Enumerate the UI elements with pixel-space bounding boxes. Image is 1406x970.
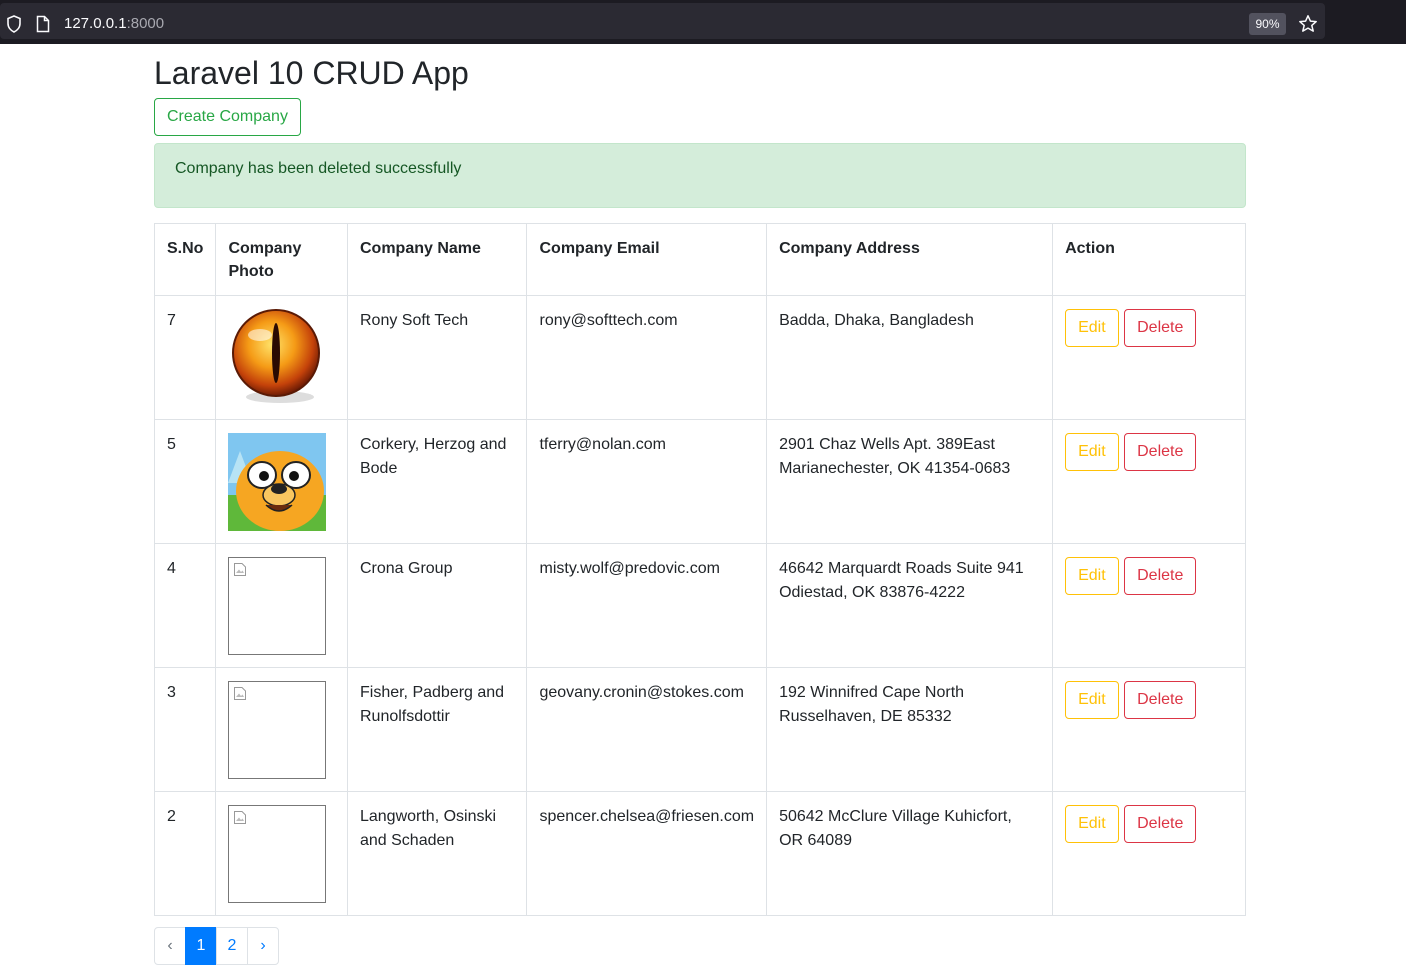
delete-button[interactable]: Delete xyxy=(1124,309,1197,347)
header-photo-line2: Photo xyxy=(228,263,274,280)
row-sno: 2 xyxy=(153,791,217,916)
row-email: spencer.chelsea@friesen.com xyxy=(526,791,768,916)
row-actions: Edit Delete xyxy=(1052,295,1246,420)
delete-button[interactable]: Delete xyxy=(1124,557,1197,595)
row-sno: 3 xyxy=(153,667,217,792)
table-row: 7 Rony Soft Tech rony@softtech.com Badda… xyxy=(153,295,1246,420)
edit-button[interactable]: Edit xyxy=(1065,433,1119,471)
row-photo-cell xyxy=(215,295,348,420)
url-host: 127.0.0.1 xyxy=(64,15,127,32)
company-photo-broken xyxy=(228,557,327,655)
company-photo-jake-dog xyxy=(228,433,327,531)
table-row: 5 Corkery, Herzog and Bode tferry@nolan.… xyxy=(153,419,1246,544)
broken-image-icon xyxy=(234,687,247,700)
shield-icon[interactable] xyxy=(6,15,22,33)
header-sno: S.No xyxy=(153,223,217,296)
page-icon xyxy=(36,15,50,33)
header-name: Company Name xyxy=(346,223,528,296)
row-name: Crona Group xyxy=(346,543,528,668)
broken-image-icon xyxy=(234,563,247,576)
row-photo-cell xyxy=(215,543,348,668)
delete-button[interactable]: Delete xyxy=(1124,433,1197,471)
row-name: Corkery, Herzog and Bode xyxy=(346,419,528,544)
pagination-prev[interactable]: ‹ xyxy=(154,927,186,965)
delete-button[interactable]: Delete xyxy=(1124,681,1197,719)
row-email: misty.wolf@predovic.com xyxy=(526,543,768,668)
edit-button[interactable]: Edit xyxy=(1065,309,1119,347)
row-actions: Edit Delete xyxy=(1052,419,1246,544)
bookmark-star-icon[interactable] xyxy=(1298,14,1318,34)
alert-message: Company has been deleted successfully xyxy=(175,160,462,177)
table-header-row: S.No Company Photo Company Name Company E… xyxy=(153,223,1246,296)
row-sno: 7 xyxy=(153,295,217,420)
row-name: Fisher, Padberg and Runolfsdottir xyxy=(346,667,528,792)
header-photo: Company Photo xyxy=(215,223,348,296)
row-name: Rony Soft Tech xyxy=(346,295,528,420)
success-alert: Company has been deleted successfully xyxy=(154,143,1246,208)
company-photo-cat-eye xyxy=(232,309,321,403)
broken-image-icon xyxy=(234,811,247,824)
edit-button[interactable]: Edit xyxy=(1065,681,1119,719)
row-actions: Edit Delete xyxy=(1052,667,1246,792)
header-action: Action xyxy=(1052,223,1246,296)
page-title: Laravel 10 CRUD App xyxy=(154,55,469,91)
company-photo-broken xyxy=(228,805,327,903)
row-email: geovany.cronin@stokes.com xyxy=(526,667,768,792)
row-photo-cell xyxy=(215,419,348,544)
create-company-button[interactable]: Create Company xyxy=(154,98,301,136)
zoom-level-badge[interactable]: 90% xyxy=(1249,13,1286,35)
row-actions: Edit Delete xyxy=(1052,791,1246,916)
delete-button[interactable]: Delete xyxy=(1124,805,1197,843)
row-address: 192 Winnifred Cape North Russelhaven, DE… xyxy=(766,667,1054,792)
edit-button[interactable]: Edit xyxy=(1065,557,1119,595)
header-address: Company Address xyxy=(766,223,1054,296)
row-email: rony@softtech.com xyxy=(526,295,768,420)
header-photo-line1: Company xyxy=(228,240,302,257)
row-photo-cell xyxy=(215,791,348,916)
company-photo-broken xyxy=(228,681,327,779)
table-row: 4 Crona Group misty.wolf@predovic.com 46… xyxy=(153,543,1246,668)
table-row: 2 Langworth, Osinski and Schaden spencer… xyxy=(153,791,1246,916)
row-address: 50642 McClure Village Kuhicfort, OR 6408… xyxy=(766,791,1054,916)
row-sno: 4 xyxy=(153,543,217,668)
pagination-next[interactable]: › xyxy=(247,927,279,965)
row-photo-cell xyxy=(215,667,348,792)
table-row: 3 Fisher, Padberg and Runolfsdottir geov… xyxy=(153,667,1246,792)
companies-table: S.No Company Photo Company Name Company E… xyxy=(153,223,1246,916)
row-address: Badda, Dhaka, Bangladesh xyxy=(766,295,1054,420)
browser-toolbar: 127.0.0.1:8000 90% xyxy=(0,0,1406,44)
pagination: ‹ 1 2 › xyxy=(154,927,279,965)
row-sno: 5 xyxy=(153,419,217,544)
address-bar[interactable]: 127.0.0.1:8000 90% xyxy=(0,3,1325,39)
url-port: :8000 xyxy=(126,15,165,32)
header-email: Company Email xyxy=(526,223,768,296)
pagination-page-2[interactable]: 2 xyxy=(216,927,248,965)
row-name: Langworth, Osinski and Schaden xyxy=(346,791,528,916)
pagination-page-1[interactable]: 1 xyxy=(185,927,217,965)
row-address: 46642 Marquardt Roads Suite 941 Odiestad… xyxy=(766,543,1054,668)
row-email: tferry@nolan.com xyxy=(526,419,768,544)
row-actions: Edit Delete xyxy=(1052,543,1246,668)
edit-button[interactable]: Edit xyxy=(1065,805,1119,843)
row-address: 2901 Chaz Wells Apt. 389East Marianeches… xyxy=(766,419,1054,544)
url-text[interactable]: 127.0.0.1:8000 xyxy=(64,15,164,32)
